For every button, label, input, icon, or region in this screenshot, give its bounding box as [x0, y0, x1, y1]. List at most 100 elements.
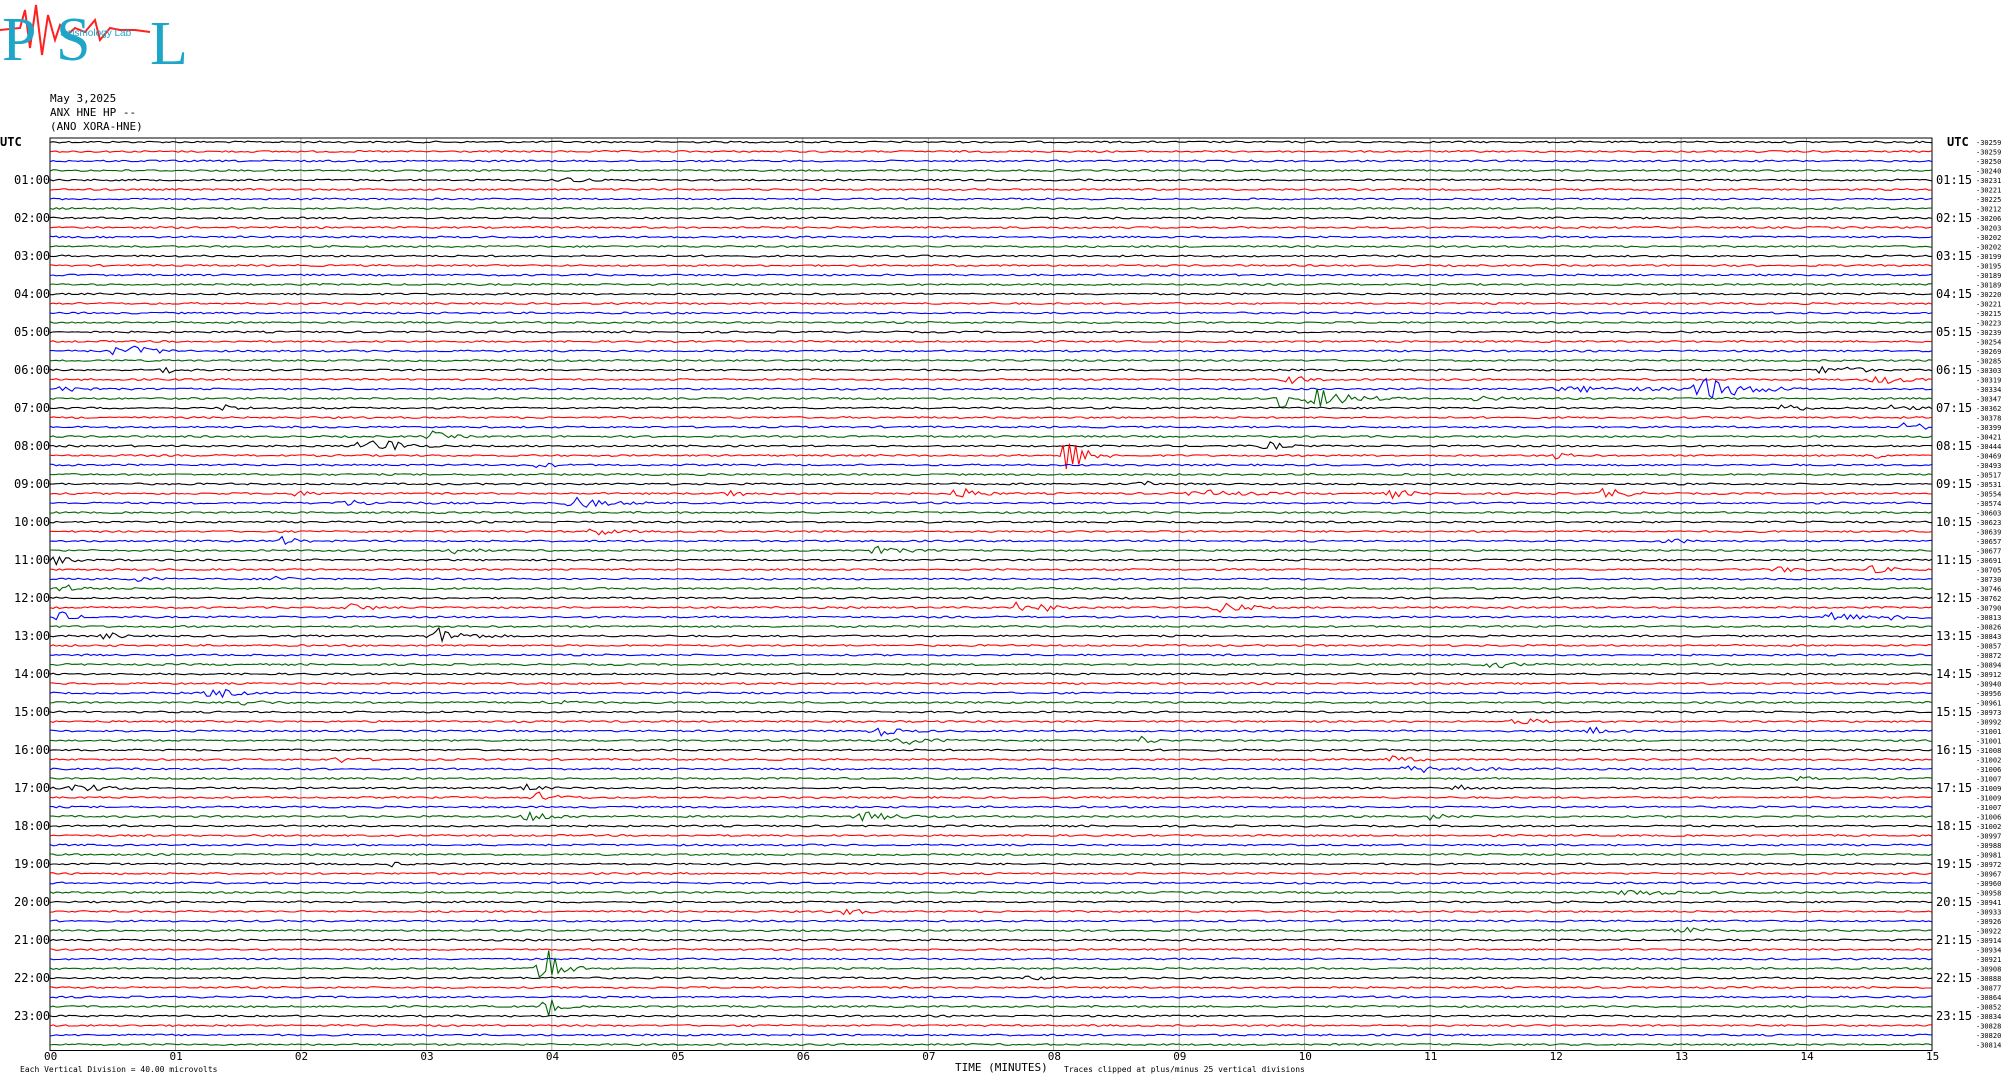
trace-row-74 [49, 843, 1933, 847]
row-offset-label: -30826 [1976, 624, 2001, 632]
row-offset-label: -30517 [1976, 472, 2001, 480]
left-hour-labels: 01:00 02:00 03:00 04:00 05:00 06:00 07:00 08:00… [14, 173, 50, 1023]
trace-row-95 [49, 1043, 1933, 1046]
row-offset-label: -30378 [1976, 415, 2001, 423]
left-hour-label: 02:00 [14, 211, 50, 225]
row-offset-label: -30254 [1976, 339, 2001, 347]
left-hour-label: 17:00 [14, 781, 50, 795]
trace-row-61 [49, 718, 1933, 725]
left-hour-label: 05:00 [14, 325, 50, 339]
trace-row-5 [49, 187, 1933, 191]
trace-row-75 [49, 852, 1933, 857]
trace-row-45 [49, 565, 1933, 574]
x-tick-label: 04 [546, 1050, 560, 1063]
left-hour-label: 03:00 [14, 249, 50, 263]
row-offset-label: -30239 [1976, 329, 2001, 337]
trace-row-55 [49, 662, 1933, 669]
x-tick-label: 11 [1424, 1050, 1437, 1063]
row-offset-label: -30940 [1976, 681, 2001, 689]
right-hour-label: 10:15 [1936, 515, 1972, 529]
row-offset-label: -30259 [1976, 139, 2001, 147]
row-offset-label: -30221 [1976, 187, 2001, 195]
trace-row-85 [49, 947, 1933, 952]
trace-row-17 [49, 301, 1933, 306]
row-offset-label: -30843 [1976, 633, 2001, 641]
row-offset-label: -30956 [1976, 690, 2001, 698]
trace-row-43 [49, 545, 1933, 555]
left-hour-label: 11:00 [14, 553, 50, 567]
trace-row-44 [49, 555, 1933, 567]
trace-row-22 [50, 345, 1933, 356]
trace-row-10 [49, 235, 1933, 239]
trace-row-82 [49, 919, 1933, 923]
trace-row-34 [49, 462, 1933, 469]
trace-row-12 [49, 254, 1932, 258]
left-hour-label: 08:00 [14, 439, 50, 453]
right-hour-label: 15:15 [1936, 705, 1972, 719]
row-offset-label: -30834 [1976, 1013, 2001, 1021]
left-hour-label: 19:00 [14, 857, 50, 871]
row-offset-label: -30908 [1976, 966, 2001, 974]
row-offset-label: -30303 [1976, 367, 2001, 375]
right-hour-label: 04:15 [1936, 287, 1972, 301]
row-offset-label: -30790 [1976, 605, 2001, 613]
row-offset-label: -30195 [1976, 263, 2001, 271]
row-offset-label: -30997 [1976, 833, 2001, 841]
trace-row-46 [49, 575, 1933, 582]
left-hour-label: 21:00 [14, 933, 50, 947]
right-hour-label: 18:15 [1936, 819, 1972, 833]
row-offset-label: -30189 [1976, 282, 2001, 290]
trace-row-38 [49, 496, 1933, 508]
trace-row-66 [49, 765, 1933, 774]
row-offset-label: -30240 [1976, 168, 2001, 176]
trace-row-28 [49, 404, 1933, 411]
row-offset-label: -30231 [1976, 177, 2001, 185]
row-offset-label: -30967 [1976, 871, 2001, 879]
row-offset-label: -30399 [1976, 424, 2001, 432]
trace-row-35 [49, 472, 1933, 476]
trace-row-79 [49, 889, 1933, 896]
right-hour-label: 09:15 [1936, 477, 1972, 491]
trace-row-31 [49, 430, 1933, 440]
trace-row-63 [49, 735, 1933, 745]
row-offset-label: -31006 [1976, 814, 2001, 822]
trace-row-84 [49, 938, 1933, 942]
row-offset-label: -30202 [1976, 244, 2001, 252]
x-tick-label: 05 [671, 1050, 684, 1063]
left-hour-label: 18:00 [14, 819, 50, 833]
row-offset-label: -30347 [1976, 396, 2001, 404]
trace-row-13 [49, 264, 1933, 268]
trace-row-50 [49, 611, 1933, 621]
row-offset-label: -30220 [1976, 291, 2001, 299]
x-tick-label: 12 [1550, 1050, 1563, 1063]
trace-row-53 [49, 643, 1933, 648]
right-hour-label: 03:15 [1936, 249, 1972, 263]
row-offset-label: -30259 [1976, 149, 2001, 157]
trace-row-92 [49, 1014, 1933, 1018]
trace-row-26 [49, 377, 1933, 399]
trace-row-29 [49, 415, 1933, 419]
left-hour-label: 10:00 [14, 515, 50, 529]
trace-row-24 [49, 365, 1933, 374]
right-hour-label: 21:15 [1936, 933, 1972, 947]
row-offset-label: -30941 [1976, 899, 2001, 907]
trace-row-54 [49, 653, 1933, 657]
trace-row-4 [49, 177, 1933, 183]
row-offset-label: -31002 [1976, 757, 2001, 765]
left-hour-label: 15:00 [14, 705, 50, 719]
row-offset-label: -30972 [1976, 861, 2001, 869]
right-hour-label: 17:15 [1936, 781, 1972, 795]
trace-row-69 [49, 791, 1933, 800]
trace-row-27 [49, 388, 1933, 408]
trace-row-88 [49, 975, 1933, 981]
trace-row-68 [49, 783, 1933, 792]
trace-row-39 [50, 510, 1933, 515]
row-offset-label: -30421 [1976, 434, 2001, 442]
row-offset-label: -31007 [1976, 776, 2001, 784]
row-offset-label: -31007 [1976, 804, 2001, 812]
row-offset-label: -30362 [1976, 405, 2001, 413]
left-hour-label: 23:00 [14, 1009, 50, 1023]
row-offset-label: -31008 [1976, 747, 2001, 755]
seismic-traces [49, 140, 1933, 1046]
trace-row-48 [49, 596, 1933, 600]
